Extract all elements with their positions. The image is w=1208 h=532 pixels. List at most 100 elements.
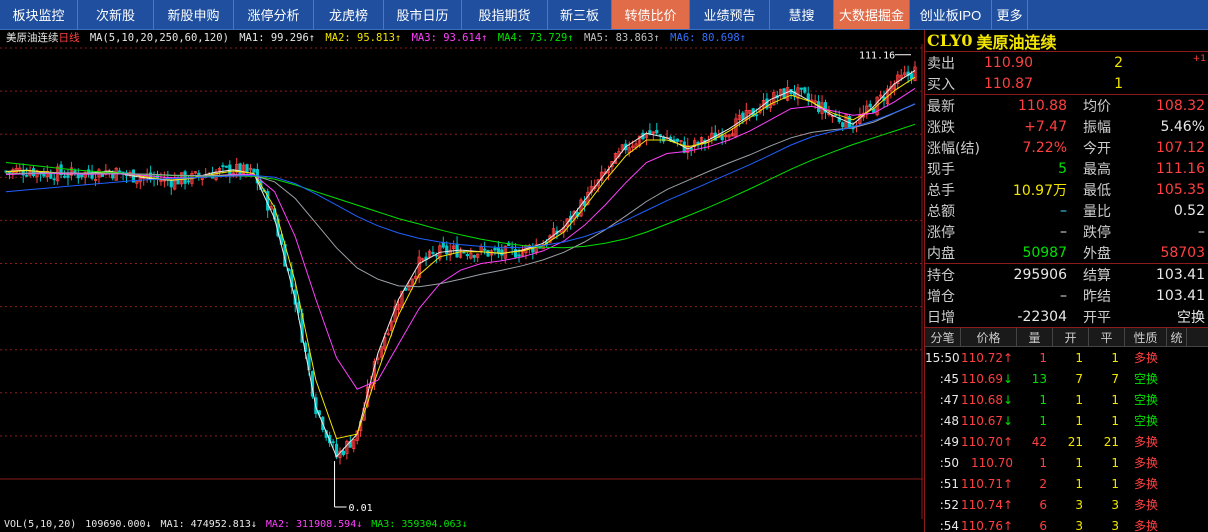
tick-price-cell: 110.71↑ (961, 477, 1017, 491)
tick-open: 7 (1075, 371, 1083, 386)
nav-tab[interactable]: 大数据掘金 (834, 0, 910, 29)
nav-tab[interactable]: 股指期货 (462, 0, 548, 29)
quote-stat-row: 涨停 – 跌停 – (925, 221, 1208, 242)
candle-body (441, 242, 445, 248)
candle-body (221, 165, 225, 168)
nav-tab[interactable]: 龙虎榜 (314, 0, 384, 29)
tick-column-header[interactable]: 性质 (1125, 328, 1167, 346)
ma4-value: MA4: 73.729↑ (497, 32, 574, 44)
tick-column-header[interactable]: 开 (1053, 328, 1089, 346)
tick-row[interactable]: :45 110.69↓ 13 7 7 空换 (925, 368, 1208, 389)
tick-row[interactable]: 15:50 110.72↑ 1 1 1 多换 (925, 347, 1208, 368)
nav-tab[interactable]: 次新股 (78, 0, 154, 29)
volume-indicator-header: VOL(5,10,20) 109690.000↓ MA1: 474952.813… (4, 519, 471, 532)
tick-row[interactable]: :47 110.68↓ 1 1 1 空换 (925, 389, 1208, 410)
tick-type: 空换 (1133, 372, 1158, 386)
stat-label: 日增 (927, 309, 955, 326)
tick-volume: 42 (1031, 434, 1047, 449)
price-chart-svg[interactable]: 111.16 0.01 (0, 44, 923, 519)
tick-column-header[interactable]: 分笔 (925, 328, 961, 346)
tick-open: 3 (1075, 518, 1083, 532)
tick-open: 21 (1067, 434, 1083, 449)
candle-body (25, 174, 29, 177)
stat-value: – (1060, 202, 1067, 219)
candle-body (472, 254, 476, 258)
stat-value: 10.97万 (1012, 182, 1067, 199)
nav-tab[interactable]: 涨停分析 (234, 0, 314, 29)
tick-type: 空换 (1133, 393, 1158, 407)
candle-body (655, 129, 659, 134)
tick-row[interactable]: :49 110.70↑ 42 21 21 多换 (925, 431, 1208, 452)
nav-tab[interactable]: 转债比价 (612, 0, 690, 29)
tick-row[interactable]: :54 110.76↑ 6 3 3 多换 (925, 515, 1208, 532)
quote-panel: CLY0 美原油连续 卖出 110.90 2 +1 买入 110.87 1 最新 110.88… (924, 30, 1208, 532)
tick-time: :51 (939, 476, 959, 491)
stat-value-2: 0.52 (1173, 202, 1205, 219)
nav-tab[interactable]: 股市日历 (384, 0, 462, 29)
nav-tab[interactable]: 慧搜 (770, 0, 834, 29)
tick-column-header[interactable]: 统 (1167, 328, 1187, 346)
tick-column-header[interactable]: 价格 (961, 328, 1017, 346)
quote-stat-row: 持仓 295906 结算 103.41 (925, 264, 1208, 285)
candle-body (755, 114, 759, 117)
tick-price: 110.67 (961, 413, 1003, 428)
candle-body (486, 249, 490, 257)
stat-value: -22304 (1017, 308, 1067, 325)
candle-body (689, 147, 693, 150)
instrument-name: 美原油连续 (6, 32, 59, 44)
tick-table-body[interactable]: 15:50 110.72↑ 1 1 1 多换:45 110.69↓ 13 7 7 空换:47 110.… (925, 347, 1208, 532)
tick-close: 21 (1103, 434, 1119, 449)
tick-type: 多换 (1133, 456, 1158, 470)
tick-arrow: ↓ (1003, 392, 1014, 407)
candle-body (80, 174, 84, 178)
candle-body (517, 254, 521, 257)
vol-ma3: MA3: 359304.063↓ (371, 519, 468, 530)
candle-body (252, 168, 256, 173)
candle-body (431, 252, 435, 254)
nav-tab[interactable]: 新股申购 (154, 0, 234, 29)
candle-body (841, 122, 845, 128)
ma2-value: MA2: 95.813↑ (325, 32, 402, 44)
stat-label-2: 今开 (1083, 140, 1111, 157)
tick-row[interactable]: :50 110.70 1 1 1 多换 (925, 452, 1208, 473)
bid-row: 买入 110.87 1 (925, 73, 1208, 94)
candle-body (434, 254, 438, 257)
tick-column-header[interactable]: 平 (1089, 328, 1125, 346)
candle-body (909, 73, 914, 80)
stat-label: 现手 (927, 161, 955, 178)
nav-tab[interactable]: 新三板 (548, 0, 612, 29)
tick-price-cell: 110.70↑ (961, 435, 1017, 449)
tick-price: 110.70 (971, 455, 1013, 470)
tick-volume: 1 (1039, 413, 1047, 428)
kline-chart-area[interactable]: 美原油连续日线 MA(5,10,20,250,60,120) MA1: 99.2… (0, 30, 923, 532)
tick-type: 多换 (1133, 498, 1158, 512)
tick-volume: 6 (1039, 497, 1047, 512)
nav-tab[interactable]: 业绩预告 (690, 0, 770, 29)
tick-row[interactable]: :48 110.67↓ 1 1 1 空换 (925, 410, 1208, 431)
stat-value-2: 5.46% (1160, 118, 1205, 135)
tick-arrow: ↑ (1003, 497, 1014, 512)
ask-row: 卖出 110.90 2 +1 (925, 52, 1208, 73)
tick-price: 110.68 (961, 392, 1003, 407)
tick-open: 1 (1075, 455, 1083, 470)
tick-time: :54 (939, 518, 959, 532)
tick-arrow: ↑ (1003, 350, 1014, 365)
low-price-label: 0.01 (349, 503, 373, 514)
quote-stat-row: 总手 10.97万 最低 105.35 (925, 179, 1208, 200)
tick-type: 多换 (1133, 435, 1158, 449)
tick-type: 空换 (1133, 414, 1158, 428)
nav-tab[interactable]: 板块监控 (0, 0, 78, 29)
tick-open: 3 (1075, 497, 1083, 512)
tick-row[interactable]: :51 110.71↑ 2 1 1 多换 (925, 473, 1208, 494)
position-stats-section: 持仓 295906 结算 103.41 增仓 – 昨结 103.41 日增 -22304 开平 空换 (925, 263, 1208, 327)
tick-column-header[interactable]: 量 (1017, 328, 1053, 346)
top-nav-bar: 板块监控 次新股 新股申购 涨停分析 龙虎榜 股市日历 股指期货 新三板 转债比价 业绩预告 慧搜大… (0, 0, 1208, 30)
nav-tab[interactable]: 更多 (992, 0, 1028, 29)
ma-params: MA(5,10,20,250,60,120) (89, 32, 229, 44)
bid-ask-section: 卖出 110.90 2 +1 买入 110.87 1 (925, 52, 1208, 94)
ma1-value: MA1: 99.296↑ (239, 32, 316, 44)
tick-type: 多换 (1133, 519, 1158, 532)
nav-tab[interactable]: 创业板IPO (910, 0, 992, 29)
stat-value: 50987 (1022, 244, 1067, 261)
tick-row[interactable]: :52 110.74↑ 6 3 3 多换 (925, 494, 1208, 515)
